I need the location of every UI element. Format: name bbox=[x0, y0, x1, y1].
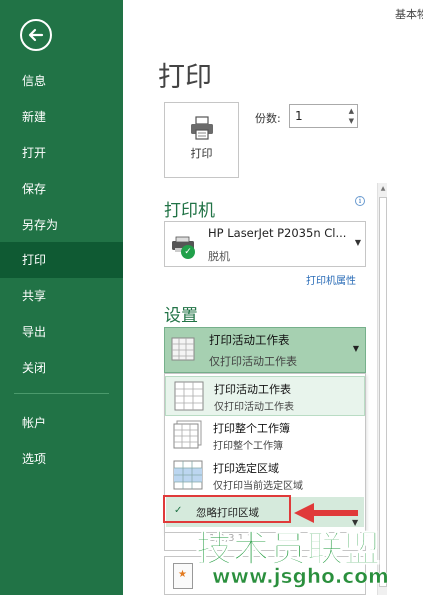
nav-share[interactable]: 共享 bbox=[0, 278, 123, 314]
menu-item-subtitle: 仅打印当前选定区域 bbox=[213, 481, 303, 492]
selection-icon bbox=[173, 460, 203, 490]
selected-option-title: 打印活动工作表 bbox=[209, 333, 290, 347]
copies-stepper[interactable]: 1 ▲ ▼ bbox=[289, 104, 358, 128]
settings-heading: 设置 bbox=[164, 306, 198, 326]
printer-dropdown[interactable]: ✓ HP LaserJet P2035n Cl... 脱机 ▼ bbox=[164, 221, 366, 267]
menu-item-title: 打印整个工作簿 bbox=[213, 422, 290, 435]
ready-check-icon: ✓ bbox=[181, 245, 195, 259]
printer-properties-link[interactable]: 打印机属性 bbox=[306, 272, 356, 287]
watermark-url: www.jsgho.com bbox=[212, 564, 389, 589]
print-button[interactable]: 打印 bbox=[164, 102, 239, 178]
menu-item-selection[interactable]: 打印选定区域 仅打印当前选定区域 bbox=[165, 456, 365, 496]
star-icon: ★ bbox=[178, 569, 187, 580]
info-icon[interactable]: i bbox=[355, 196, 365, 206]
nav-options[interactable]: 选项 bbox=[0, 441, 123, 477]
chevron-down-icon: ▼ bbox=[352, 344, 359, 353]
menu-item-subtitle: 打印整个工作簿 bbox=[213, 441, 283, 452]
menu-item-subtitle: 仅打印活动工作表 bbox=[214, 402, 294, 413]
nav-export[interactable]: 导出 bbox=[0, 314, 123, 350]
active-sheet-icon bbox=[174, 381, 204, 411]
nav-print[interactable]: 打印 bbox=[0, 242, 123, 278]
worksheet-icon bbox=[171, 337, 195, 361]
menu-item-title: 打印选定区域 bbox=[213, 462, 279, 475]
copies-value[interactable]: 1 bbox=[295, 109, 303, 123]
nav-divider bbox=[14, 393, 109, 394]
nav-save[interactable]: 保存 bbox=[0, 171, 123, 207]
nav-info[interactable]: 信息 bbox=[0, 63, 123, 99]
nav-new[interactable]: 新建 bbox=[0, 99, 123, 135]
spin-up-icon[interactable]: ▲ bbox=[349, 107, 354, 115]
printer-icon bbox=[191, 116, 213, 140]
annotation-highlight-box bbox=[163, 495, 291, 523]
print-scope-dropdown[interactable]: 打印活动工作表 仅打印活动工作表 ▼ bbox=[164, 327, 366, 373]
selected-option-subtitle: 仅打印活动工作表 bbox=[209, 355, 297, 368]
back-arrow-icon[interactable] bbox=[20, 19, 52, 51]
nav-account[interactable]: 帐户 bbox=[0, 405, 123, 441]
workbook-icon bbox=[173, 420, 202, 449]
scroll-up-icon[interactable]: ▲ bbox=[378, 183, 388, 195]
copies-label: 份数: bbox=[255, 112, 281, 125]
printer-heading: 打印机 bbox=[164, 201, 215, 221]
page-title: 打印 bbox=[158, 62, 212, 93]
document-title: 基本物 bbox=[395, 8, 423, 21]
printer-name: HP LaserJet P2035n Cl... bbox=[208, 226, 347, 240]
print-button-label: 打印 bbox=[190, 147, 213, 160]
nav-close[interactable]: 关闭 bbox=[0, 350, 123, 386]
menu-item-entire-workbook[interactable]: 打印整个工作簿 打印整个工作簿 bbox=[165, 416, 365, 456]
menu-item-active-sheets[interactable]: 打印活动工作表 仅打印活动工作表 bbox=[165, 376, 365, 416]
spin-down-icon[interactable]: ▼ bbox=[349, 117, 354, 125]
chevron-down-icon: ▼ bbox=[354, 238, 361, 247]
backstage-sidebar: 信息 新建 打开 保存 另存为 打印 共享 导出 关闭 帐户 选项 bbox=[0, 0, 123, 595]
nav-save-as[interactable]: 另存为 bbox=[0, 207, 123, 243]
printer-status: 脱机 bbox=[208, 250, 230, 263]
menu-item-title: 打印活动工作表 bbox=[214, 383, 291, 396]
nav-open[interactable]: 打开 bbox=[0, 135, 123, 171]
